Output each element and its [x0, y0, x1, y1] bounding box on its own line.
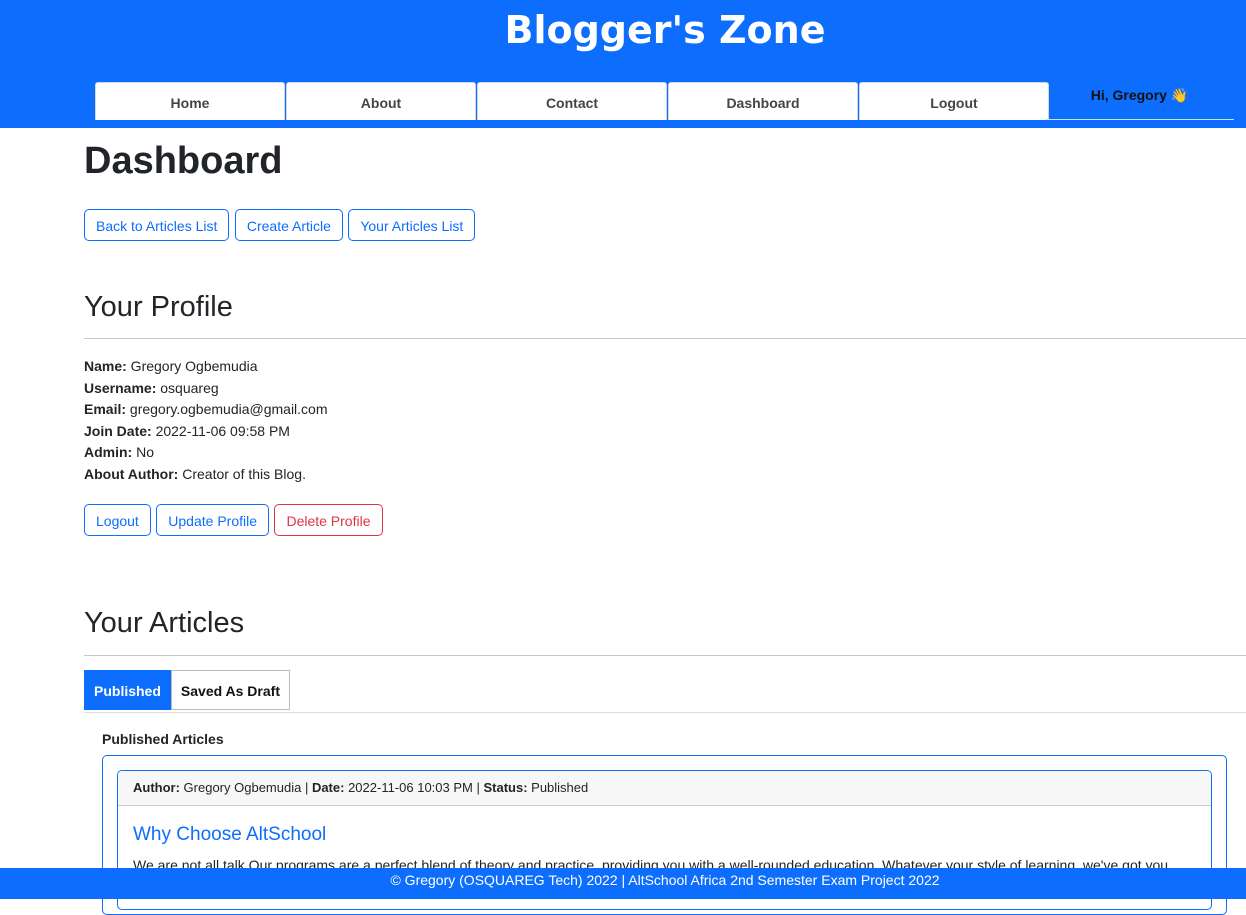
logout-button[interactable]: Logout [84, 504, 151, 536]
profile-name: Name: Gregory Ogbemudia [84, 358, 258, 374]
main-nav: Home About Contact Dashboard Logout [95, 82, 1050, 120]
create-article-button[interactable]: Create Article [234, 209, 343, 241]
site-header: Blogger's Zone Home About Contact Dashbo… [0, 0, 1246, 128]
profile-join-date: Join Date: 2022-11-06 09:58 PM [84, 422, 290, 439]
nav-contact[interactable]: Contact [477, 82, 667, 120]
tab-saved-as-draft[interactable]: Saved As Draft [170, 670, 290, 710]
profile-username: Username: osquareg [84, 379, 219, 396]
article-meta: Author: Gregory Ogbemudia | Date: 2022-1… [118, 771, 1211, 806]
profile-actions: Logout Update Profile Delete Profile [84, 504, 384, 536]
user-greeting: Hi, Gregory 👋 [1045, 82, 1234, 120]
nav-dashboard[interactable]: Dashboard [668, 82, 858, 120]
articles-section-title: Your Articles [84, 607, 245, 639]
nav-about[interactable]: About [286, 82, 476, 120]
tab-published[interactable]: Published [84, 670, 171, 710]
nav-home[interactable]: Home [95, 82, 285, 120]
footer-text: © Gregory (OSQUAREG Tech) 2022 | AltScho… [390, 872, 940, 888]
site-footer: © Gregory (OSQUAREG Tech) 2022 | AltScho… [0, 868, 1246, 899]
profile-section-title: Your Profile [84, 291, 233, 323]
profile-details: Name: Gregory Ogbemudia Username: osquar… [84, 356, 328, 485]
profile-admin: Admin: No [84, 444, 155, 460]
profile-email: Email: gregory.ogbemudia@gmail.com [84, 401, 328, 417]
site-title: Blogger's Zone [504, 8, 826, 52]
delete-profile-button[interactable]: Delete Profile [274, 504, 383, 536]
profile-about: About Author: Creator of this Blog. [84, 465, 306, 482]
page-title: Dashboard [84, 140, 283, 182]
tabs-divider [84, 712, 1246, 713]
published-articles-title: Published Articles [102, 731, 224, 747]
back-to-articles-button[interactable]: Back to Articles List [84, 209, 230, 241]
dashboard-actions: Back to Articles List Create Article You… [84, 209, 476, 241]
article-title-link[interactable]: Why Choose AltSchool [133, 824, 326, 846]
articles-divider [84, 655, 1246, 656]
update-profile-button[interactable]: Update Profile [156, 504, 269, 536]
profile-divider [84, 338, 1246, 339]
nav-logout[interactable]: Logout [859, 82, 1049, 120]
articles-tabs: Published Saved As Draft [84, 670, 290, 710]
your-articles-list-button[interactable]: Your Articles List [348, 209, 476, 241]
